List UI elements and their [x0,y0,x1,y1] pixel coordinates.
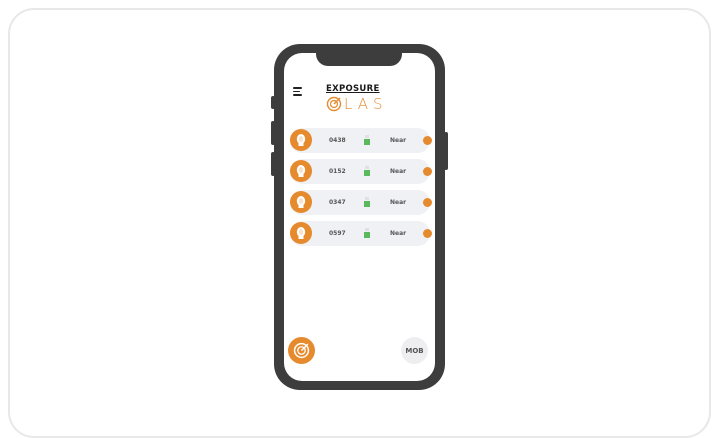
person-head-icon [290,129,312,151]
person-id: 0152 [329,168,346,175]
signal-strength-icon [365,228,369,231]
person-id: 0597 [329,230,346,237]
phone-mute-button [271,96,275,109]
mob-button[interactable]: MOB [401,337,428,364]
person-distance: Near [390,168,407,175]
locate-icon[interactable] [423,198,432,207]
person-id: 0438 [329,137,346,144]
app-screen: EXPOSURE LAS 0438 Near 0152 Near 0347 Ne… [284,53,435,381]
signal-strength-icon [365,197,369,200]
signal-strength-icon [365,135,369,138]
list-item[interactable]: 0347 Near [290,190,432,215]
radar-button[interactable] [288,337,315,364]
people-list: 0438 Near 0152 Near 0347 Near 0597 Near [290,128,432,252]
person-head-icon [290,191,312,213]
phone-notch [316,44,402,66]
locate-icon[interactable] [423,167,432,176]
person-distance: Near [390,199,407,206]
app-logo: EXPOSURE LAS [326,84,406,120]
radar-icon [293,342,310,359]
person-head-icon [290,160,312,182]
radar-target-icon [326,96,342,112]
person-distance: Near [390,137,407,144]
locate-icon[interactable] [423,229,432,238]
logo-top-text: EXPOSURE [326,84,380,94]
list-item[interactable]: 0597 Near [290,221,432,246]
signal-strength-icon [364,139,370,145]
phone-volume-up-button [271,121,275,145]
person-distance: Near [390,230,407,237]
signal-strength-icon [364,232,370,238]
phone-frame: EXPOSURE LAS 0438 Near 0152 Near 0347 Ne… [271,44,448,390]
person-head-icon [290,222,312,244]
phone-power-button [444,132,448,170]
hamburger-menu-icon[interactable] [293,87,303,96]
phone-volume-down-button [271,152,275,176]
locate-icon[interactable] [423,136,432,145]
person-id: 0347 [329,199,346,206]
signal-strength-icon [364,201,370,207]
signal-strength-icon [365,166,369,169]
list-item[interactable]: 0152 Near [290,159,432,184]
list-item[interactable]: 0438 Near [290,128,432,153]
logo-bottom-text: LAS [344,95,388,113]
signal-strength-icon [364,170,370,176]
